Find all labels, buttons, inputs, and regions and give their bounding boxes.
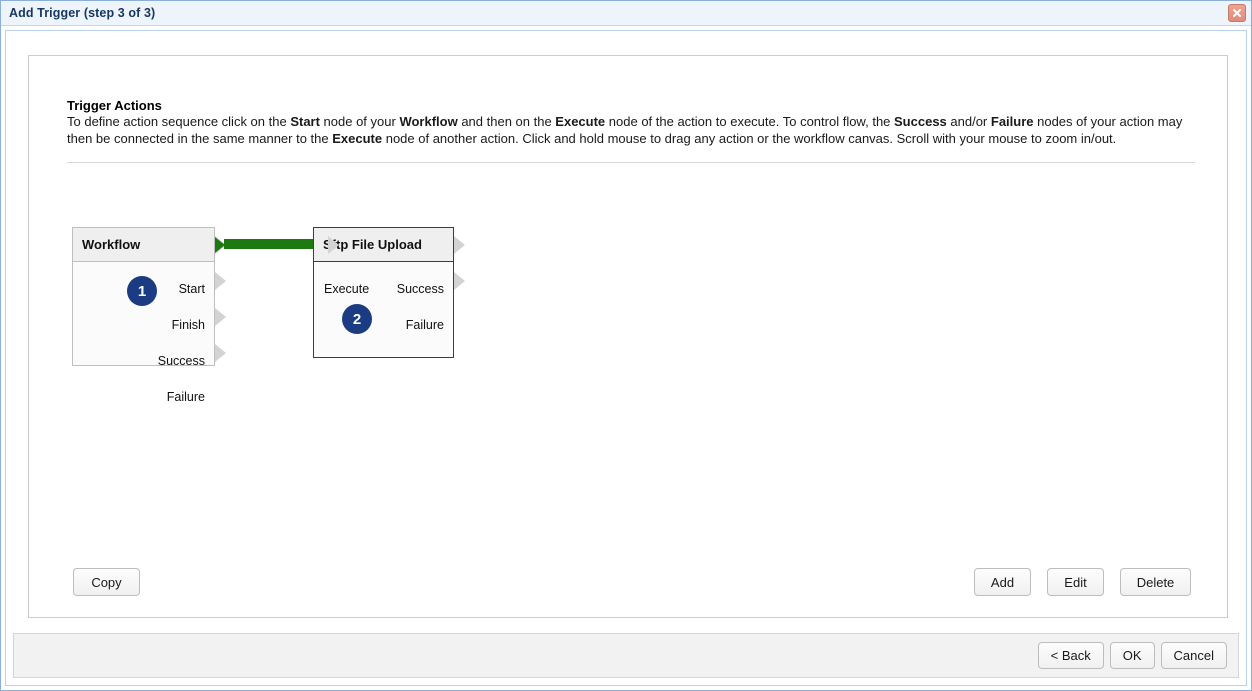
instr-part-3: and then on the xyxy=(457,114,556,129)
instr-bold-start: Start xyxy=(290,114,320,129)
port-chevron-workflow-failure[interactable] xyxy=(215,344,226,362)
close-x-glyph xyxy=(1233,9,1241,17)
add-button[interactable]: Add xyxy=(974,568,1031,596)
workflow-node[interactable]: Workflow Start Finish Success Failure 1 xyxy=(72,227,215,404)
step-badge-2: 2 xyxy=(342,304,372,334)
step-badge-1: 1 xyxy=(127,276,157,306)
port-workflow-start[interactable]: Start xyxy=(179,282,205,296)
port-chevron-sftp-success[interactable] xyxy=(454,236,465,254)
dialog-footer: < Back OK Cancel xyxy=(13,633,1239,678)
add-trigger-dialog: Add Trigger (step 3 of 3) Trigger Action… xyxy=(0,0,1252,691)
sftp-node-body: Execute Success Failure 2 xyxy=(314,262,453,358)
instr-part-1: To define action sequence click on the xyxy=(67,114,291,129)
instructions-text: To define action sequence click on the S… xyxy=(67,114,1195,147)
instr-part-7: node of another action. Click and hold m… xyxy=(382,130,1117,146)
dialog-body: Trigger Actions To define action sequenc… xyxy=(5,30,1247,686)
close-icon[interactable] xyxy=(1228,4,1246,22)
edit-button[interactable]: Edit xyxy=(1047,568,1104,596)
section-title: Trigger Actions xyxy=(67,98,162,113)
dialog-titlebar: Add Trigger (step 3 of 3) xyxy=(1,1,1251,26)
instr-part-4: node of the action to execute. To contro… xyxy=(605,114,895,129)
workflow-node-title: Workflow xyxy=(82,237,141,252)
dialog-title: Add Trigger (step 3 of 3) xyxy=(9,6,156,20)
ok-button[interactable]: OK xyxy=(1109,642,1155,669)
port-chevron-sftp-execute[interactable] xyxy=(328,236,339,254)
port-workflow-finish[interactable]: Finish xyxy=(172,318,205,332)
copy-button[interactable]: Copy xyxy=(73,568,140,596)
delete-button[interactable]: Delete xyxy=(1120,568,1191,596)
instr-part-5: and/or xyxy=(946,114,991,129)
port-sftp-execute[interactable]: Execute xyxy=(324,282,369,296)
instr-bold-failure: Failure xyxy=(990,114,1034,129)
trigger-actions-panel: Trigger Actions To define action sequenc… xyxy=(28,55,1228,618)
port-chevron-workflow-finish[interactable] xyxy=(215,272,226,290)
port-sftp-failure[interactable]: Failure xyxy=(406,318,444,332)
port-sftp-success[interactable]: Success xyxy=(397,282,444,296)
instr-bold-workflow: Workflow xyxy=(399,114,458,129)
port-workflow-failure[interactable]: Failure xyxy=(167,390,205,404)
workflow-canvas[interactable]: Workflow Start Finish Success Failure 1 xyxy=(30,164,1226,562)
workflow-node-header: Workflow xyxy=(73,228,214,262)
panel-action-buttons: Add Edit Delete xyxy=(974,568,1191,596)
instr-bold-execute-1: Execute xyxy=(555,114,606,129)
section-divider xyxy=(67,162,1195,163)
instr-bold-success: Success xyxy=(894,114,947,129)
workflow-node-body: Start Finish Success Failure 1 xyxy=(73,262,214,404)
instr-part-2: node of your xyxy=(319,114,400,129)
port-chevron-sftp-failure[interactable] xyxy=(454,272,465,290)
port-workflow-success[interactable]: Success xyxy=(158,354,205,368)
cancel-button[interactable]: Cancel xyxy=(1160,642,1227,669)
back-button[interactable]: < Back xyxy=(1037,642,1104,669)
port-chevron-workflow-success[interactable] xyxy=(215,308,226,326)
instr-bold-execute-2: Execute xyxy=(332,130,383,146)
